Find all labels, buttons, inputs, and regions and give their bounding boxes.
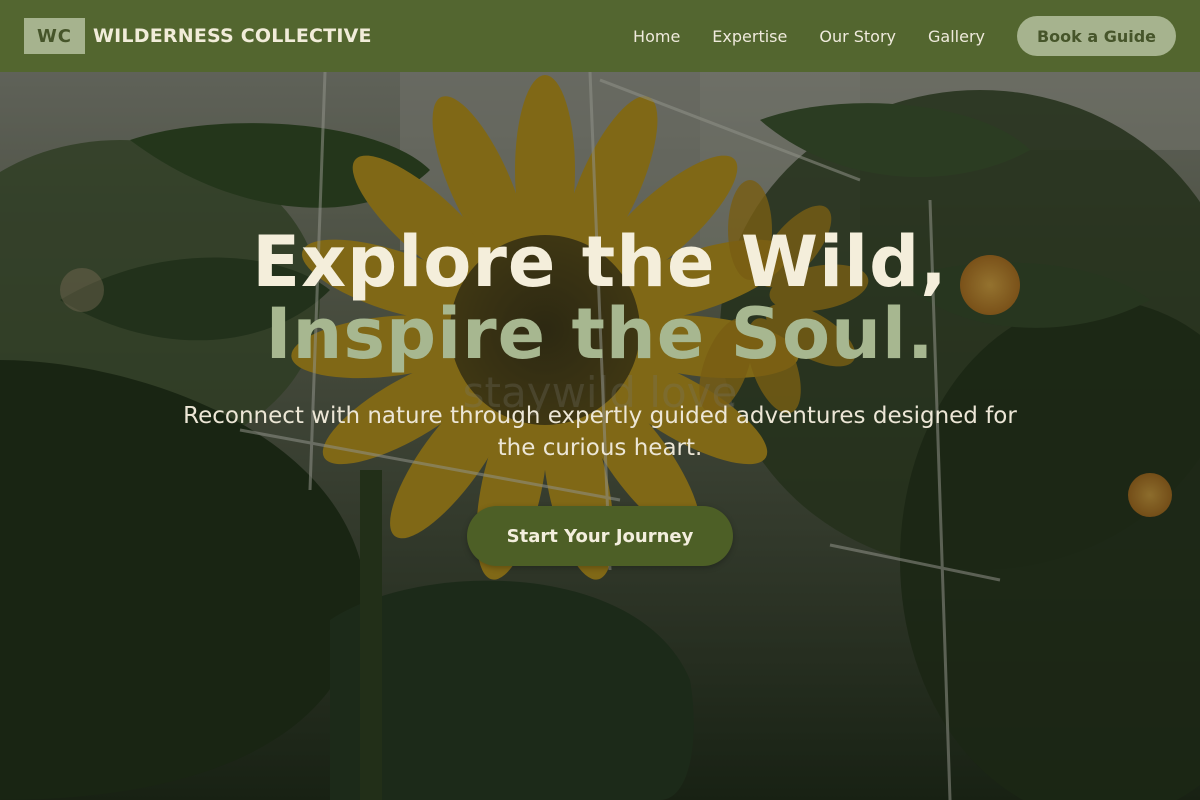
nav-link-expertise[interactable]: Expertise [712, 27, 787, 46]
logo-badge[interactable]: WC [24, 18, 85, 54]
top-navbar: WC WILDERNESS COLLECTIVE Home Expertise … [0, 0, 1200, 72]
book-a-guide-button[interactable]: Book a Guide [1017, 16, 1176, 56]
nav-links: Home Expertise Our Story Gallery Book a … [633, 16, 1176, 56]
headline-line-2: Inspire the Soul. [265, 293, 935, 375]
hero-subtitle: Reconnect with nature through expertly g… [183, 403, 1017, 461]
headline-line-1: Explore the Wild, [252, 221, 948, 303]
hero-headline: Explore the Wild, Inspire the Soul. [0, 226, 1200, 370]
start-your-journey-button[interactable]: Start Your Journey [467, 506, 733, 566]
nav-link-gallery[interactable]: Gallery [928, 27, 985, 46]
nav-link-our-story[interactable]: Our Story [819, 27, 896, 46]
hero-section: Explore the Wild, Inspire the Soul. Reco… [0, 226, 1200, 566]
nav-link-home[interactable]: Home [633, 27, 680, 46]
brand-name[interactable]: WILDERNESS COLLECTIVE [93, 25, 372, 47]
